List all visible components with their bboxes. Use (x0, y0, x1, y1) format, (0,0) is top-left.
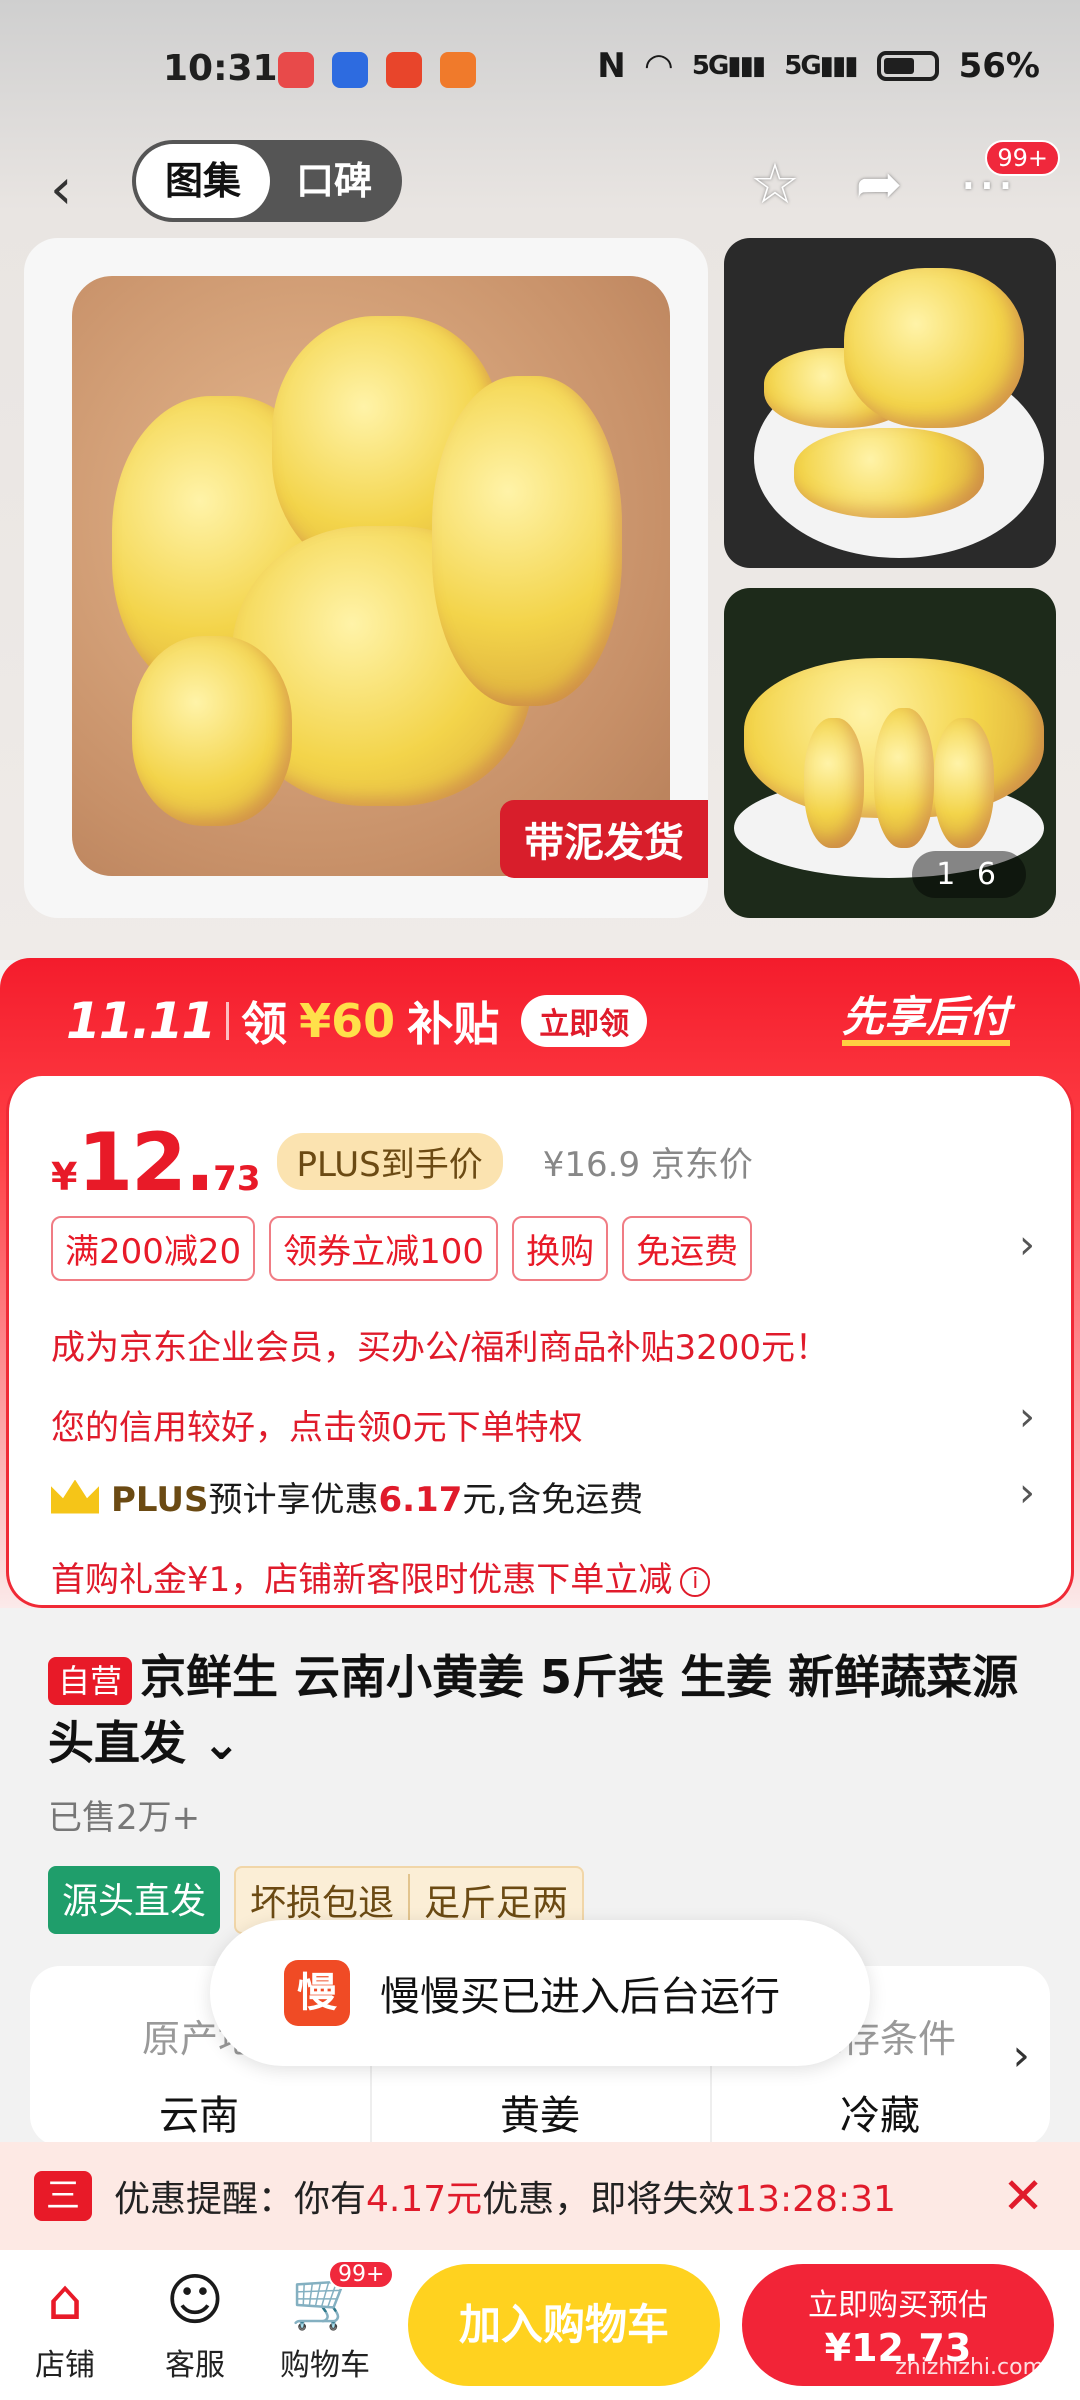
nfc-icon: N (597, 46, 626, 86)
image-tag: 带泥发货 (500, 800, 708, 878)
tab-gallery[interactable]: 图集 (136, 144, 270, 218)
ginger-shape (794, 428, 984, 518)
notification-app-icon (278, 52, 314, 88)
enterprise-member-line[interactable]: 成为京东企业会员，买办公/福利商品补贴3200元！ (51, 1320, 829, 1369)
divider (226, 1002, 230, 1040)
message-badge: 99+ (985, 140, 1060, 176)
background-toast: 慢 慢慢买已进入后台运行 (210, 1920, 870, 2066)
signal-icon-1: 5G▮▮▮ (691, 51, 766, 81)
subsidy-banner[interactable]: 11.11 领 ¥60 补贴 立即领 (66, 988, 648, 1054)
coupon-row[interactable]: 满200减20 领券立减100 换购 免运费 (51, 1216, 753, 1281)
cart-button[interactable]: 🛒 99+ 购物车 (270, 2260, 395, 2384)
ginger-shape (432, 376, 622, 706)
event-logo: 11.11 (66, 992, 216, 1050)
service-icon: ☺ (165, 2268, 225, 2333)
self-operated-tag: 自营 (48, 1656, 133, 1705)
direct-ship-tag: 源头直发 (48, 1866, 221, 1934)
bottom-action-bar: ⌂ 店铺 ☺ 客服 🛒 99+ 购物车 加入购物车 立即购买预估 ¥12.73 … (0, 2250, 1080, 2400)
cart-badge: 99+ (328, 2260, 395, 2289)
wooden-board-image (72, 276, 670, 876)
close-icon[interactable]: ✕ (1002, 2168, 1044, 2224)
notification-baidu-icon (332, 52, 368, 88)
product-title[interactable]: 自营 京鲜生 云南小黄姜 5斤装 生姜 新鲜蔬菜源头直发 ⌄ (48, 1644, 1038, 1776)
plus-discount-line[interactable]: PLUS预计享优惠6.17元,含免运费 (51, 1472, 643, 1521)
toast-text: 慢慢买已进入后台运行 (380, 1974, 780, 2020)
signal-icon-2: 5G▮▮▮ (784, 51, 858, 81)
first-buy-line[interactable]: 首购礼金¥1，店铺新客限时优惠下单立减 i (51, 1552, 711, 1601)
jd-price: ¥16.9 京东价 (542, 1144, 753, 1185)
product-main-image[interactable]: 带泥发货 (24, 238, 708, 918)
favorite-star-icon[interactable]: ☆ (740, 150, 810, 220)
subsidy-amount: ¥60 (299, 994, 396, 1048)
coupon-tag: 免运费 (622, 1216, 753, 1281)
notification-reader-icon (440, 52, 476, 88)
ginger-shape (132, 636, 292, 826)
wifi-icon: ◠ (645, 46, 672, 86)
buy-now-button[interactable]: 立即购买预估 ¥12.73 zhizhizhi.com (742, 2264, 1054, 2386)
promo-panel: 11.11 领 ¥60 补贴 立即领 先享后付 ¥ 12. 73 PLUS到手价… (0, 958, 1080, 1608)
price-row: ¥ 12. 73 PLUS到手价 ¥16.9 京东价 (51, 1116, 753, 1209)
credit-chevron-icon[interactable]: › (1019, 1394, 1035, 1440)
ginger-shape (804, 718, 864, 848)
info-icon[interactable]: i (680, 1566, 711, 1597)
battery-level: 56% (958, 46, 1040, 86)
tab-reviews[interactable]: 口碑 (270, 140, 398, 222)
back-icon[interactable]: ‹ (50, 162, 106, 218)
price-card: ¥ 12. 73 PLUS到手价 ¥16.9 京东价 满200减20 领券立减1… (6, 1076, 1074, 1608)
product-thumb-2[interactable]: 1 6 (724, 588, 1056, 918)
media-tab-switcher: 图集 口碑 (132, 140, 402, 222)
subsidy-prefix: 领 (241, 997, 288, 1051)
bnpl-label[interactable]: 先享后付 (841, 994, 1010, 1046)
sold-count: 已售2万+ (48, 1798, 201, 1838)
product-thumb-1[interactable] (724, 238, 1056, 568)
manmanbuy-icon: 慢 (284, 1960, 350, 2026)
shop-icon: ⌂ (47, 2268, 83, 2333)
watermark: zhizhizhi.com (895, 2355, 1044, 2380)
shop-button[interactable]: ⌂ 店铺 (10, 2268, 120, 2384)
credit-privilege-line[interactable]: 您的信用较好，点击领0元下单特权 (51, 1400, 583, 1449)
plus-price-tag: PLUS到手价 (276, 1132, 503, 1190)
expand-chevron-icon[interactable]: ⌄ (186, 1716, 241, 1770)
spec-chevron-icon[interactable]: › (1012, 2030, 1030, 2081)
top-area: 10:31 N ◠ 5G▮▮▮ 5G▮▮▮ 56% ‹ 图集 口碑 ☆ ➦ ⋯ … (0, 0, 1080, 960)
price-integer: 12. (77, 1116, 215, 1209)
add-to-cart-button[interactable]: 加入购物车 (408, 2264, 720, 2386)
plus-chevron-icon[interactable]: › (1019, 1470, 1035, 1516)
price-currency: ¥ (51, 1155, 78, 1199)
coupon-chevron-icon[interactable]: › (1019, 1222, 1035, 1268)
status-time: 10:31 (163, 48, 278, 89)
ginger-shape (874, 708, 934, 848)
reminder-text: 优惠提醒：你有4.17元优惠，即将失效13:28:31 (114, 2179, 896, 2220)
status-indicators: N ◠ 5G▮▮▮ 5G▮▮▮ 56% (597, 46, 1040, 86)
ginger-shape (844, 268, 1024, 428)
price-decimal: 73 (213, 1159, 261, 1199)
ginger-shape (934, 718, 994, 848)
status-bar: 10:31 N ◠ 5G▮▮▮ 5G▮▮▮ 56% (0, 0, 1080, 140)
coupon-tag: 领券立减100 (269, 1216, 499, 1281)
battery-icon (876, 51, 939, 81)
discount-reminder[interactable]: 三 优惠提醒：你有4.17元优惠，即将失效13:28:31 ✕ (0, 2142, 1080, 2250)
claim-subsidy-button[interactable]: 立即领 (521, 995, 648, 1047)
crown-icon (51, 1479, 99, 1514)
reminder-icon: 三 (34, 2171, 92, 2221)
share-icon[interactable]: ➦ (844, 150, 914, 220)
image-counter: 1 6 (912, 851, 1026, 898)
coupon-tag: 满200减20 (51, 1216, 256, 1281)
nav-bar: ‹ 图集 口碑 ☆ ➦ ⋯ 99+ (0, 140, 1080, 240)
subsidy-suffix: 补贴 (407, 997, 500, 1051)
coupon-tag: 换购 (512, 1216, 609, 1281)
notification-manmanbuy-icon (386, 52, 422, 88)
customer-service-button[interactable]: ☺ 客服 (140, 2268, 250, 2384)
